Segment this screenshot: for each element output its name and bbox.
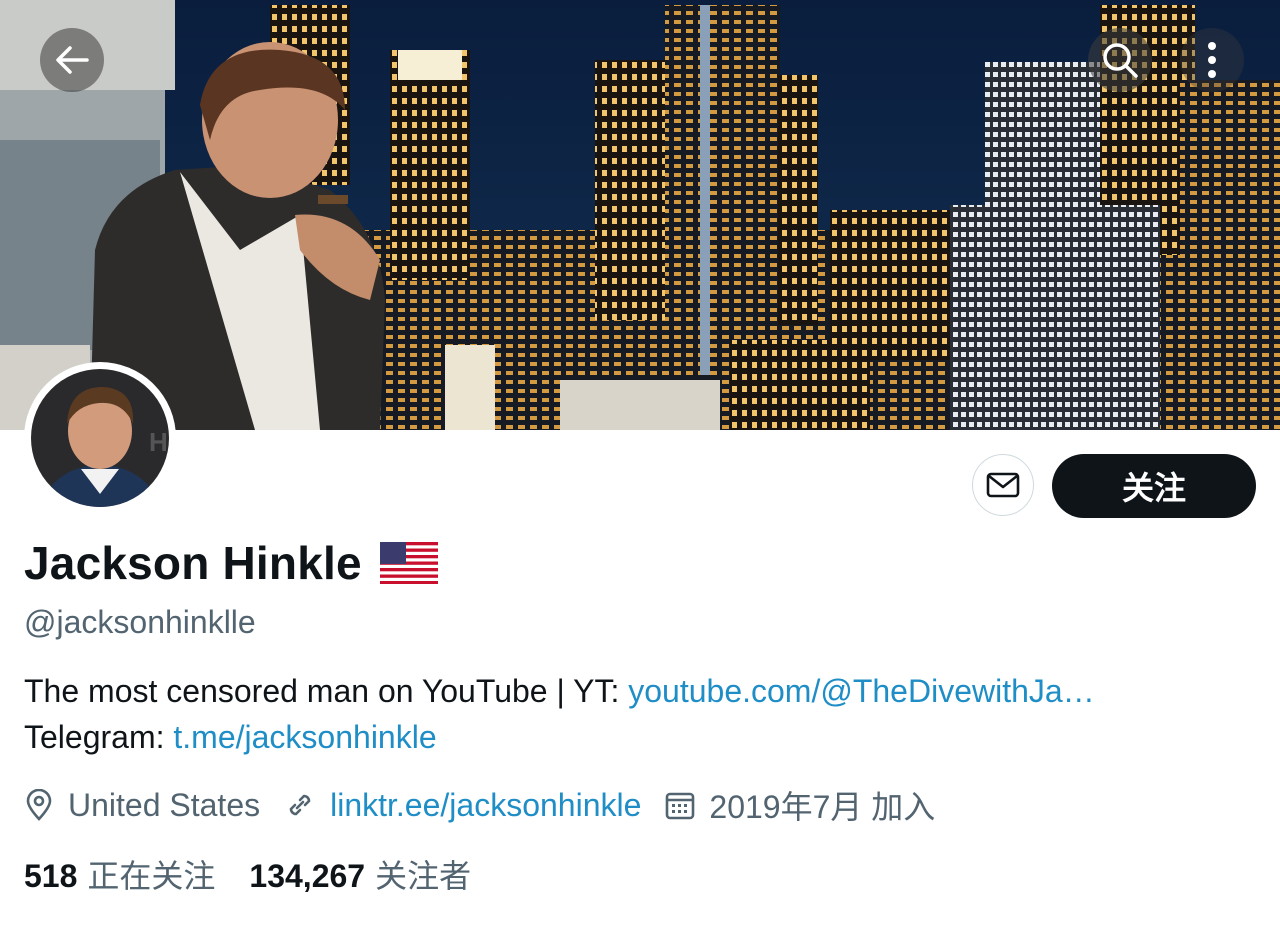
followers-stat[interactable]: 134,267 关注者	[249, 851, 471, 897]
join-date-text: 2019年7月 加入	[709, 789, 936, 825]
name-row: Jackson Hinkle	[24, 536, 438, 590]
calendar-icon	[666, 792, 695, 820]
followers-count: 134,267	[249, 858, 366, 894]
arrow-left-icon	[56, 46, 89, 74]
search-button[interactable]	[1088, 28, 1152, 92]
website: linktr.ee/jacksonhinkle	[284, 787, 641, 824]
avatar[interactable]: H	[24, 362, 176, 514]
following-label: 正在关注	[87, 858, 216, 894]
location-text: United States	[68, 786, 261, 823]
user-handle: @jacksonhinklle	[24, 604, 256, 640]
more-vertical-icon	[1208, 42, 1216, 78]
join-date: 2019年7月 加入	[665, 782, 935, 828]
bio-text: The most censored man on YouTube | YT:	[24, 673, 629, 709]
back-button[interactable]	[40, 28, 104, 92]
search-icon	[1103, 43, 1138, 78]
telegram-link[interactable]: t.me/jacksonhinkle	[173, 719, 436, 755]
following-stat[interactable]: 518 正在关注	[24, 851, 215, 897]
location: United States	[24, 787, 260, 824]
youtube-link[interactable]: youtube.com/@TheDivewithJa…	[628, 673, 1094, 709]
following-count: 518	[24, 858, 78, 894]
website-link[interactable]: linktr.ee/jacksonhinkle	[330, 787, 641, 824]
bio-line-2: Telegram: t.me/jacksonhinkle	[24, 714, 1264, 760]
follow-stats: 518 正在关注 134,267 关注者	[24, 851, 505, 897]
svg-text:H: H	[149, 427, 168, 457]
bio-text: Telegram:	[24, 719, 174, 755]
profile-bio: The most censored man on YouTube | YT: y…	[24, 668, 1264, 760]
follow-button[interactable]: 关注	[1052, 454, 1256, 518]
message-button[interactable]	[972, 454, 1034, 516]
us-flag-icon	[379, 542, 438, 584]
link-icon	[289, 794, 311, 816]
envelope-icon	[986, 472, 1020, 498]
profile-meta: United States linktr.ee/jacksonhinkle 20…	[24, 782, 959, 828]
location-pin-icon	[26, 789, 52, 821]
display-name: Jackson Hinkle	[24, 537, 362, 589]
avatar-image: H	[31, 369, 169, 507]
bio-line-1: The most censored man on YouTube | YT: y…	[24, 668, 1264, 714]
followers-label: 关注者	[375, 858, 472, 894]
more-options-button[interactable]	[1180, 28, 1244, 92]
